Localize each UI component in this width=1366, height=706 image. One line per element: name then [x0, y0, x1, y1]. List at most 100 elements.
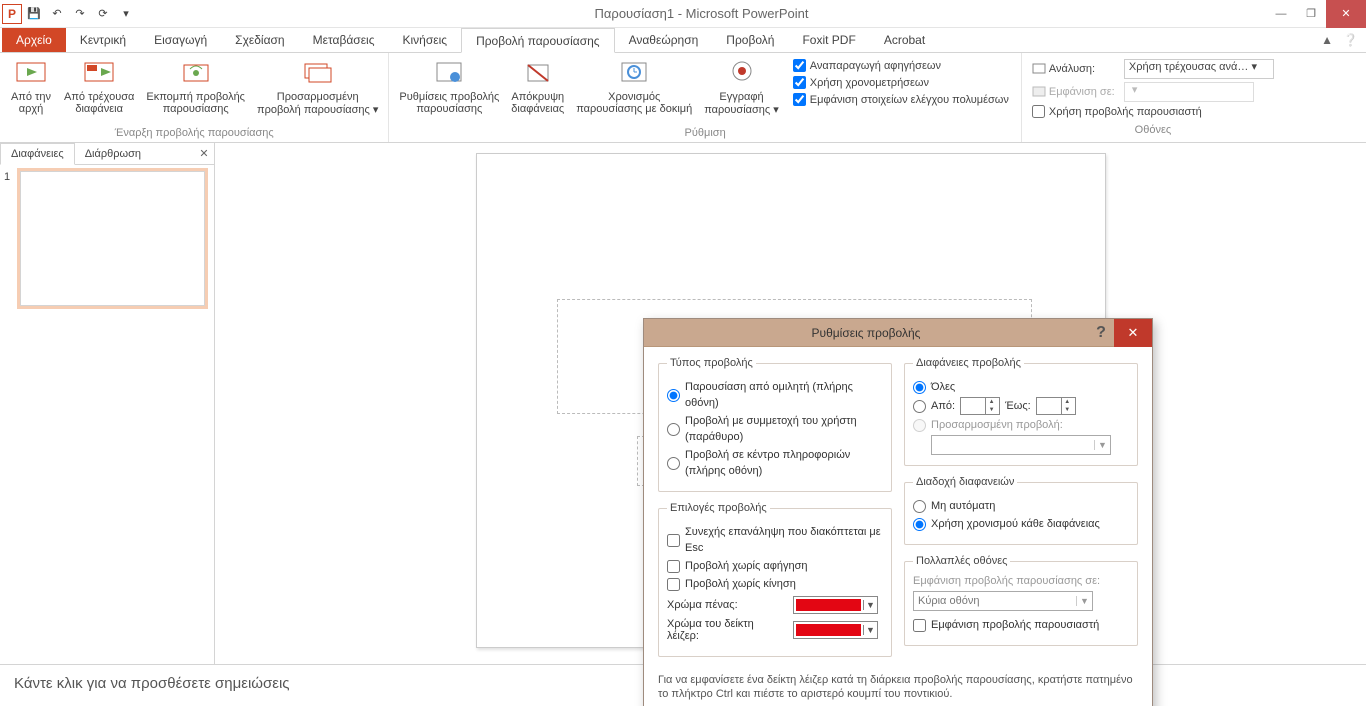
tab-foxit[interactable]: Foxit PDF	[788, 28, 869, 52]
tab-transitions[interactable]: Μεταβάσεις	[299, 28, 389, 52]
spin-from[interactable]: ▲▼	[960, 397, 1000, 415]
resolution-row[interactable]: Ανάλυση: Χρήση τρέχουσας ανά… ▾	[1032, 59, 1274, 79]
pen-color-select[interactable]: ▼	[793, 596, 878, 614]
close-panel-icon[interactable]: ✕	[194, 143, 214, 164]
ribbon-tabs: Αρχείο Κεντρική Εισαγωγή Σχεδίαση Μεταβά…	[0, 28, 1366, 53]
dialog-title: Ρυθμίσεις προβολής	[644, 326, 1088, 340]
setup-checks: Αναπαραγωγή αφηγήσεων Χρήση χρονομετρήσε…	[787, 55, 1015, 125]
group-label: Έναρξη προβολής παρουσίασης	[6, 125, 382, 142]
custom-show-combo: ▼	[931, 435, 1111, 455]
lbl: Εγγραφή παρουσίασης ▾	[704, 91, 779, 116]
undo-icon[interactable]: ↶	[46, 3, 68, 25]
legend: Διαδοχή διαφανειών	[913, 476, 1017, 488]
ribbon: Από την αρχή Από τρέχουσα διαφάνεια Εκπο…	[0, 53, 1366, 143]
laser-color-select[interactable]: ▼	[793, 621, 878, 639]
thumbnails[interactable]: 1	[0, 165, 214, 664]
tab-outline[interactable]: Διάρθρωση	[75, 143, 151, 164]
lbl: Ρυθμίσεις προβολής παρουσίασης	[399, 91, 499, 115]
group-label: Ρύθμιση	[395, 125, 1014, 142]
save-icon[interactable]: 💾	[23, 3, 45, 25]
chk-loop[interactable]: Συνεχής επανάληψη που διακόπτεται με Esc	[667, 524, 883, 556]
tab-design[interactable]: Σχεδίαση	[221, 28, 298, 52]
radio-kiosk[interactable]: Προβολή σε κέντρο πληροφοριών (πλήρης οθ…	[667, 447, 883, 479]
workspace: Διαφάνειες Διάρθρωση ✕ 1 ιτλο Ρυθμίσεις …	[0, 143, 1366, 664]
file-tab[interactable]: Αρχείο	[2, 28, 66, 52]
tab-slideshow[interactable]: Προβολή παρουσίασης	[461, 28, 615, 53]
ribbon-collapse[interactable]: ▲ ❔	[1321, 28, 1366, 52]
resolution-select[interactable]: Χρήση τρέχουσας ανά… ▾	[1124, 59, 1274, 79]
chk-media-controls[interactable]: Εμφάνιση στοιχείων ελέγχου πολυμέσων	[793, 93, 1009, 106]
chk-no-narration[interactable]: Προβολή χωρίς αφήγηση	[667, 558, 883, 574]
chk-timings[interactable]: Χρήση χρονομετρήσεων	[793, 76, 1009, 89]
tab-slides[interactable]: Διαφάνειες	[0, 143, 75, 165]
thumb-1[interactable]: 1	[4, 171, 210, 306]
multi-show-label: Εμφάνιση προβολής παρουσίασης σε:	[913, 575, 1129, 587]
chk-presenter[interactable]: Εμφάνιση προβολής παρουσιαστή	[913, 617, 1129, 633]
group-label: Οθόνες	[1028, 122, 1278, 139]
lbl: Χρονισμός παρουσίασης με δοκιμή	[576, 91, 692, 115]
close-button[interactable]: ✕	[1326, 0, 1366, 28]
pen-color-row[interactable]: Χρώμα πένας: ▼	[667, 596, 883, 614]
radio-timings[interactable]: Χρήση χρονισμού κάθε διαφάνειας	[913, 516, 1129, 532]
tab-home[interactable]: Κεντρική	[66, 28, 140, 52]
hide-slide-button[interactable]: Απόκρυψη διαφάνειας	[507, 55, 568, 125]
dialog-close-icon[interactable]: ✕	[1114, 319, 1152, 347]
legend: Διαφάνειες προβολής	[913, 357, 1024, 369]
laser-hint: Για να εμφανίσετε ένα δείκτη λέιζερ κατά…	[658, 673, 1138, 701]
custom-show-button[interactable]: Προσαρμοσμένη προβολή παρουσίασης ▾	[253, 55, 382, 125]
group-setup: Ρυθμίσεις προβολής παρουσίασης Απόκρυψη …	[389, 53, 1021, 142]
slide-canvas[interactable]: ιτλο Ρυθμίσεις προβολής ? ✕ Τύπος προβολ…	[215, 143, 1366, 664]
laser-color-row[interactable]: Χρώμα του δείκτη λέιζερ: ▼	[667, 618, 883, 642]
record-button[interactable]: Εγγραφή παρουσίασης ▾	[700, 55, 783, 125]
group-show-type: Τύπος προβολής Παρουσίαση από ομιλητή (π…	[658, 357, 892, 492]
redo-icon[interactable]: ↷	[69, 3, 91, 25]
monitor-combo: Κύρια οθόνη▼	[913, 591, 1093, 611]
group-monitors: Ανάλυση: Χρήση τρέχουσας ανά… ▾ Εμφάνιση…	[1022, 53, 1284, 142]
lbl: Από τρέχουσα διαφάνεια	[64, 91, 134, 115]
lbl: Απόκρυψη διαφάνειας	[511, 91, 564, 115]
radio-range[interactable]: Από: ▲▼ Έως: ▲▼	[913, 397, 1129, 415]
setup-show-dialog: Ρυθμίσεις προβολής ? ✕ Τύπος προβολής Πα…	[643, 318, 1153, 706]
repeat-icon[interactable]: ⟳	[92, 3, 114, 25]
group-advance: Διαδοχή διαφανειών Μη αυτόματη Χρήση χρο…	[904, 476, 1138, 545]
window-title: Παρουσίαση1 - Microsoft PowerPoint	[137, 6, 1266, 21]
titlebar: P 💾 ↶ ↷ ⟳ ▾ Παρουσίαση1 - Microsoft Powe…	[0, 0, 1366, 28]
chk-presenter-view[interactable]: Χρήση προβολής παρουσιαστή	[1032, 105, 1274, 118]
setup-button[interactable]: Ρυθμίσεις προβολής παρουσίασης	[395, 55, 503, 125]
dialog-help-icon[interactable]: ?	[1088, 324, 1114, 342]
radio-all[interactable]: Όλες	[913, 379, 1129, 395]
tab-review[interactable]: Αναθεώρηση	[615, 28, 713, 52]
showon-row: Εμφάνιση σε: ▾	[1032, 82, 1274, 102]
lbl: Από την αρχή	[11, 91, 51, 115]
qat-customize-icon[interactable]: ▾	[115, 3, 137, 25]
broadcast-button[interactable]: Εκπομπή προβολής παρουσίασης	[142, 55, 249, 125]
dialog-titlebar[interactable]: Ρυθμίσεις προβολής ? ✕	[644, 319, 1152, 347]
tab-view[interactable]: Προβολή	[712, 28, 788, 52]
maximize-button[interactable]: ❐	[1296, 0, 1326, 28]
lbl: Προσαρμοσμένη προβολή παρουσίασης ▾	[257, 91, 378, 116]
chk-narrations[interactable]: Αναπαραγωγή αφηγήσεων	[793, 59, 1009, 72]
thumb-number: 1	[4, 171, 16, 306]
radio-custom-show: Προσαρμοσμένη προβολή:	[913, 417, 1129, 433]
legend: Πολλαπλές οθόνες	[913, 555, 1010, 567]
tab-insert[interactable]: Εισαγωγή	[140, 28, 221, 52]
quick-access-toolbar: P 💾 ↶ ↷ ⟳ ▾	[2, 3, 137, 25]
tab-acrobat[interactable]: Acrobat	[870, 28, 939, 52]
from-current-button[interactable]: Από τρέχουσα διαφάνεια	[60, 55, 138, 125]
from-beginning-button[interactable]: Από την αρχή	[6, 55, 56, 125]
window-controls: — ❐ ✕	[1266, 0, 1366, 28]
radio-speaker[interactable]: Παρουσίαση από ομιλητή (πλήρης οθόνη)	[667, 379, 883, 411]
radio-manual[interactable]: Μη αυτόματη	[913, 498, 1129, 514]
spin-to[interactable]: ▲▼	[1036, 397, 1076, 415]
rehearse-button[interactable]: Χρονισμός παρουσίασης με δοκιμή	[572, 55, 696, 125]
legend: Τύπος προβολής	[667, 357, 756, 369]
app-icon[interactable]: P	[2, 4, 22, 24]
showon-select: ▾	[1124, 82, 1254, 102]
minimize-button[interactable]: —	[1266, 0, 1296, 28]
chk-no-animation[interactable]: Προβολή χωρίς κίνηση	[667, 576, 883, 592]
group-start: Από την αρχή Από τρέχουσα διαφάνεια Εκπο…	[0, 53, 389, 142]
thumb-preview[interactable]	[20, 171, 205, 306]
group-multiple-monitors: Πολλαπλές οθόνες Εμφάνιση προβολής παρου…	[904, 555, 1138, 646]
tab-animations[interactable]: Κινήσεις	[389, 28, 462, 52]
radio-individual[interactable]: Προβολή με συμμετοχή του χρήστη (παράθυρ…	[667, 413, 883, 445]
